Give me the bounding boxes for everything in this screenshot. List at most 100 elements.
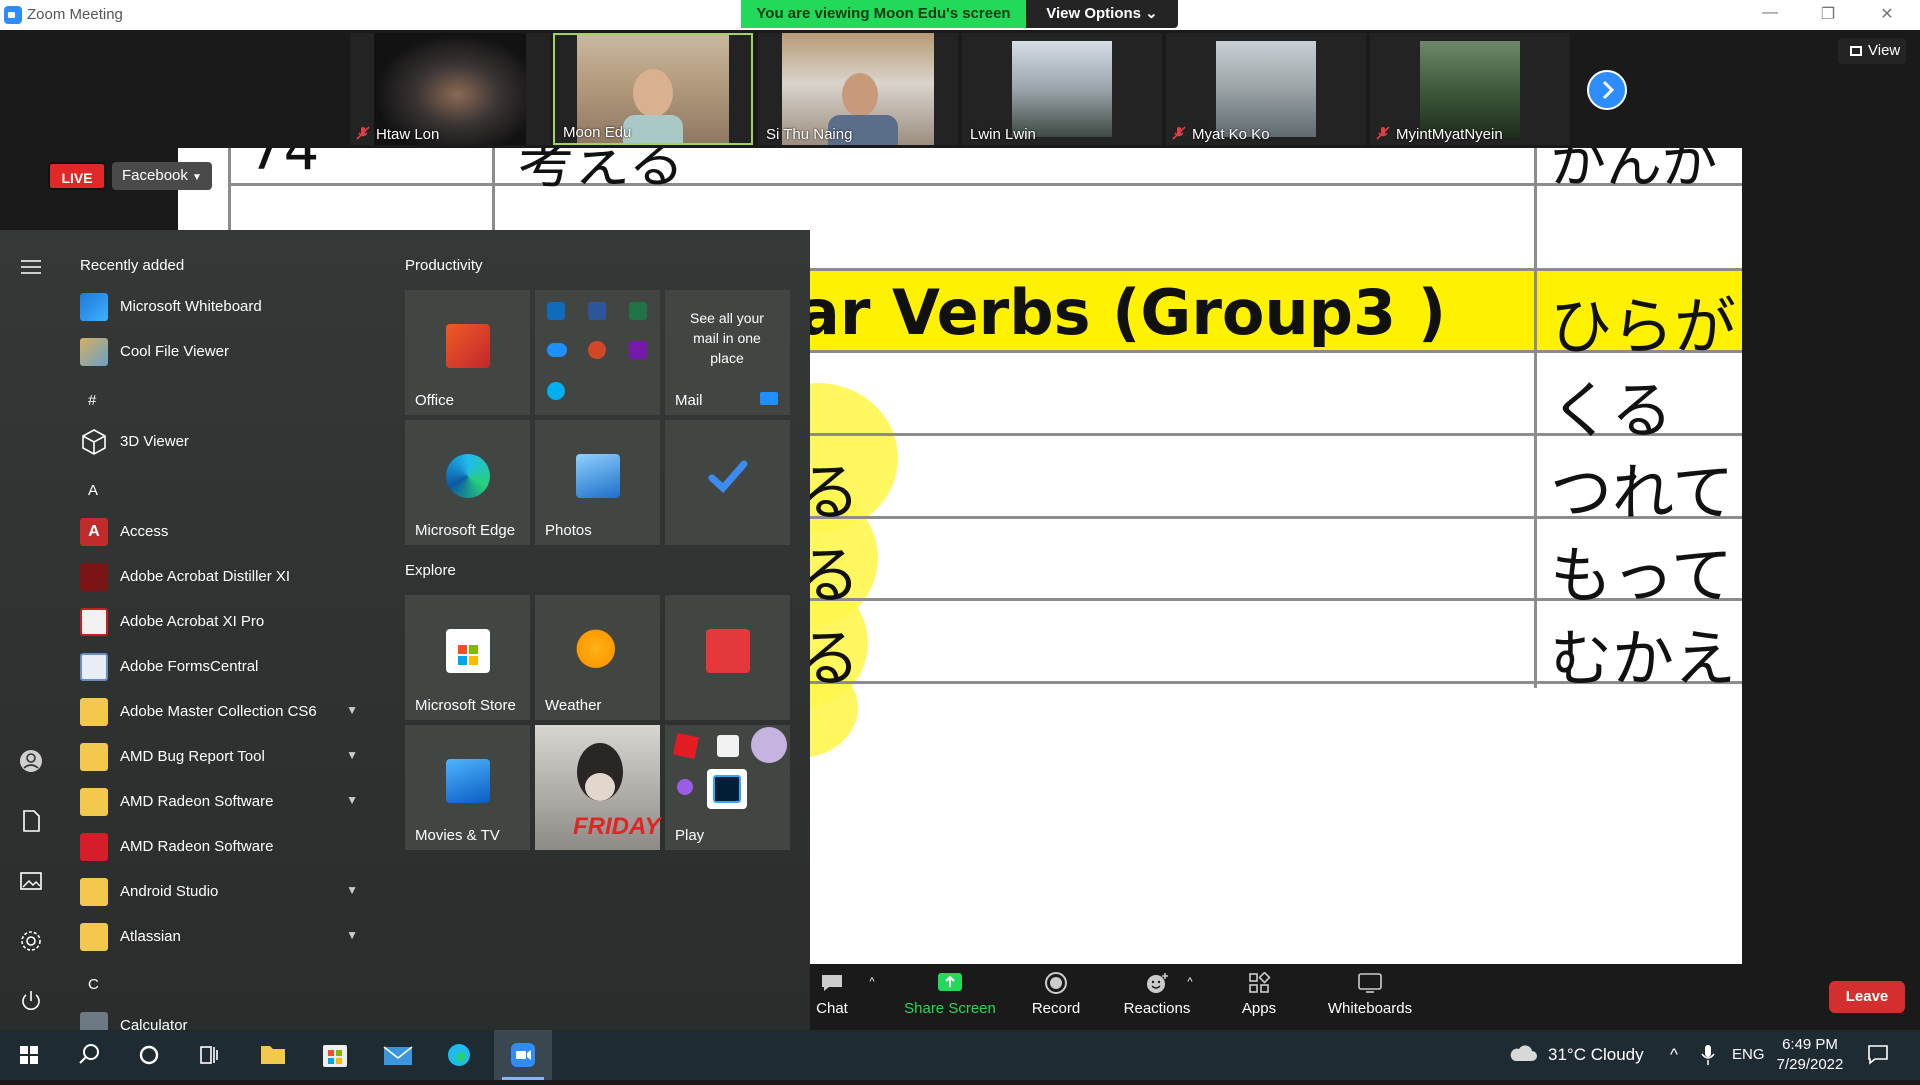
apps-button[interactable]: Apps: [1224, 972, 1294, 1017]
app-item[interactable]: Adobe Acrobat XI Pro: [78, 603, 378, 641]
settings-gear-icon[interactable]: [18, 928, 44, 954]
edge-icon: [448, 1044, 470, 1066]
row-right-text: かんが: [1550, 148, 1718, 196]
microphone-icon[interactable]: [1700, 1044, 1716, 1066]
app-item[interactable]: 3D Viewer: [78, 423, 378, 461]
live-badge[interactable]: LIVE: [48, 162, 106, 190]
chevron-down-icon: ▼: [346, 703, 358, 717]
app-item[interactable]: Calculator: [78, 1007, 378, 1030]
show-hidden-icons[interactable]: ^: [1670, 1030, 1678, 1080]
app-folder[interactable]: Android Studio ▼: [78, 873, 378, 911]
tile-todo[interactable]: [665, 420, 790, 545]
participant-name: Lwin Lwin: [970, 126, 1036, 143]
participant-tile[interactable]: Lwin Lwin: [962, 33, 1162, 145]
reactions-caret[interactable]: ^: [1180, 972, 1200, 989]
participant-tile[interactable]: Si Thu Naing: [758, 33, 958, 145]
task-view-button[interactable]: [180, 1030, 238, 1080]
onenote-icon: [629, 341, 647, 359]
app-folder[interactable]: AMD Bug Report Tool ▼: [78, 738, 378, 776]
participant-tile[interactable]: MyintMyatNyein: [1370, 33, 1570, 145]
participant-name: Moon Edu: [563, 124, 632, 141]
letter-header[interactable]: C: [88, 976, 99, 993]
participant-video: [1216, 41, 1316, 137]
app-item[interactable]: A Access: [78, 513, 378, 551]
tile-office[interactable]: Office: [405, 290, 530, 415]
cortana-button[interactable]: [120, 1030, 178, 1080]
app-folder[interactable]: AMD Radeon Software ▼: [78, 783, 378, 821]
calculator-icon: [80, 1012, 108, 1030]
tile-play[interactable]: Play: [665, 725, 790, 850]
view-options-button[interactable]: View Options ⌄: [1026, 0, 1178, 28]
participant-tile-active[interactable]: Moon Edu: [553, 33, 753, 145]
whiteboards-button[interactable]: Whiteboards: [1310, 972, 1430, 1017]
documents-icon[interactable]: [18, 808, 44, 834]
tile-photos[interactable]: Photos: [535, 420, 660, 545]
app-item[interactable]: Microsoft Whiteboard: [78, 288, 378, 326]
app-folder[interactable]: Atlassian ▼: [78, 918, 378, 956]
taskbar-zoom[interactable]: [494, 1030, 552, 1080]
tile-edge[interactable]: Microsoft Edge: [405, 420, 530, 545]
viewing-screen-banner: You are viewing Moon Edu's screen: [741, 0, 1026, 28]
outlook-icon: [547, 302, 565, 320]
user-account-icon[interactable]: [18, 748, 44, 774]
start-button[interactable]: [0, 1030, 58, 1080]
tile-mail[interactable]: See all your mail in one place Mail: [665, 290, 790, 415]
live-platform-dropdown[interactable]: Facebook ▼: [112, 162, 212, 190]
chevron-down-icon: ▼: [346, 928, 358, 942]
app-item[interactable]: AMD Radeon Software: [78, 828, 378, 866]
leave-meeting-button[interactable]: Leave: [1829, 981, 1905, 1013]
view-layout-button[interactable]: View: [1838, 38, 1906, 64]
tile-movies[interactable]: Movies & TV: [405, 725, 530, 850]
share-screen-button[interactable]: Share Screen: [890, 972, 1010, 1017]
cortana-icon: [139, 1045, 159, 1065]
next-participants-button[interactable]: [1587, 70, 1627, 110]
taskbar-file-explorer[interactable]: [244, 1030, 302, 1080]
onedrive-icon: [547, 343, 567, 357]
tile-office-apps[interactable]: [535, 290, 660, 415]
app-item[interactable]: Adobe FormsCentral: [78, 648, 378, 686]
participant-tile[interactable]: Myat Ko Ko: [1166, 33, 1366, 145]
app-item[interactable]: Adobe Acrobat Distiller XI: [78, 558, 378, 596]
record-button[interactable]: Record: [1016, 972, 1096, 1017]
taskbar-mail[interactable]: [368, 1030, 426, 1080]
letter-header[interactable]: #: [88, 392, 96, 409]
search-icon: [79, 1044, 99, 1064]
minimize-button[interactable]: —: [1755, 4, 1785, 24]
power-icon[interactable]: [18, 988, 44, 1014]
close-button[interactable]: ✕: [1872, 4, 1902, 24]
hamburger-icon[interactable]: [18, 254, 44, 280]
view-label: View: [1868, 42, 1901, 59]
excel-icon: [629, 302, 647, 320]
tile-spotify[interactable]: FRIDAY: [535, 725, 661, 850]
restore-button[interactable]: ❐: [1813, 4, 1843, 24]
tile-weather[interactable]: Weather: [535, 595, 660, 720]
app-folder[interactable]: Adobe Master Collection CS6 ▼: [78, 693, 378, 731]
system-clock[interactable]: 6:49 PM 7/29/2022: [1770, 1035, 1850, 1075]
participant-tile[interactable]: Htaw Lon: [350, 33, 550, 145]
tile-news[interactable]: [665, 595, 790, 720]
letter-header[interactable]: A: [88, 482, 98, 499]
app-item[interactable]: Cool File Viewer: [78, 333, 378, 371]
taskbar-edge[interactable]: [430, 1030, 488, 1080]
notifications-icon[interactable]: [1866, 1043, 1890, 1067]
search-button[interactable]: [60, 1030, 118, 1080]
taskbar-store[interactable]: [306, 1030, 364, 1080]
participant-video: [1420, 41, 1520, 137]
muted-mic-icon: [1376, 126, 1390, 140]
chevron-up-icon: ^: [1187, 976, 1193, 988]
pictures-icon[interactable]: [18, 868, 44, 894]
table-cell-right: もって: [1550, 539, 1733, 612]
explore-heading: Explore: [405, 562, 456, 579]
weather-widget[interactable]: 31°C Cloudy: [1548, 1030, 1644, 1080]
input-language[interactable]: ENG: [1732, 1030, 1765, 1080]
folder-icon: [80, 743, 108, 771]
chevron-up-icon: ^: [1670, 1045, 1678, 1064]
chevron-down-icon: ▼: [346, 748, 358, 762]
tile-store[interactable]: Microsoft Store: [405, 595, 530, 720]
chat-options-caret[interactable]: ^: [862, 972, 882, 989]
checkmark-icon: [708, 460, 748, 493]
folder-icon: [80, 878, 108, 906]
chat-button[interactable]: Chat: [800, 972, 864, 1017]
chevron-up-icon: ^: [869, 976, 875, 988]
clock-date: 7/29/2022: [1776, 1056, 1844, 1073]
